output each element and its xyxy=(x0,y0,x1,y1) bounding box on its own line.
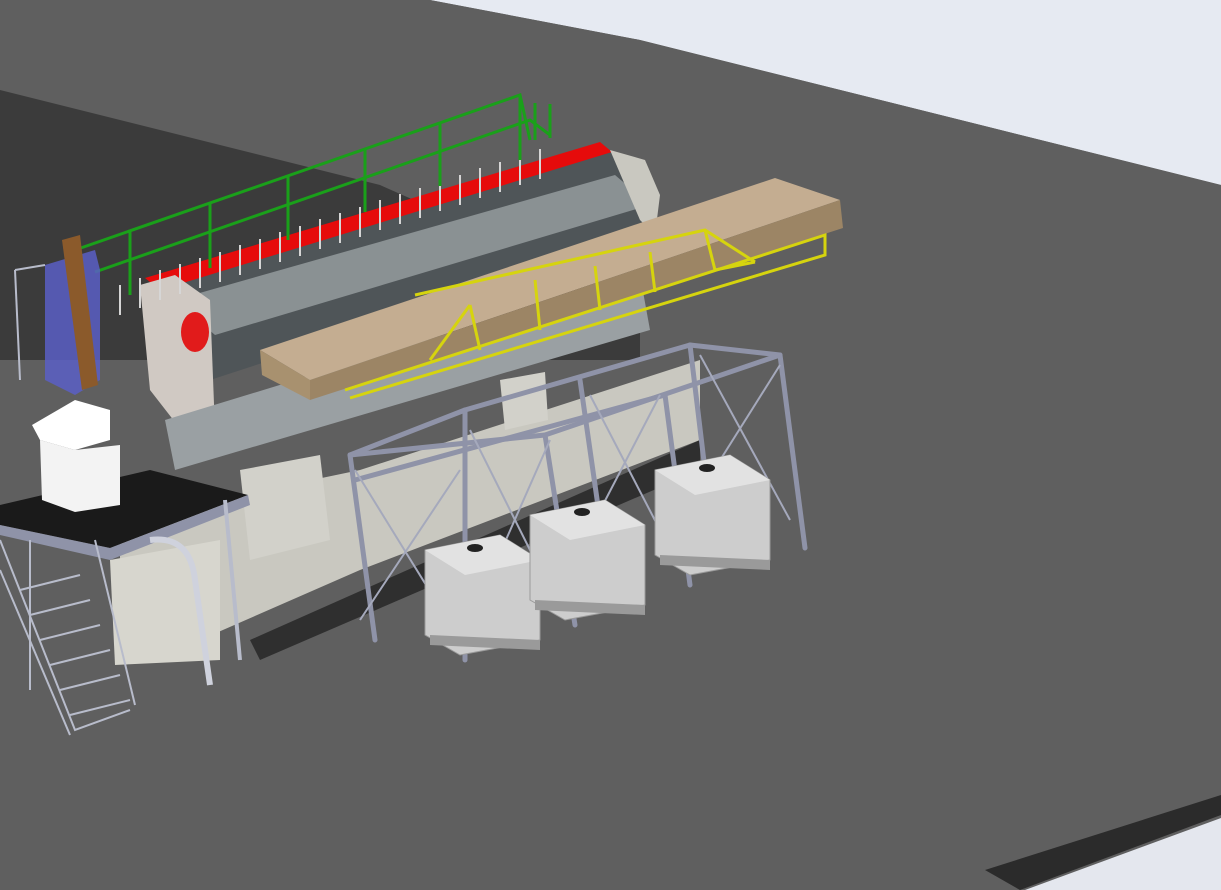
drum-end-hole xyxy=(181,312,209,352)
ibc-tank-2 xyxy=(529,499,646,621)
ibc-tank-3 xyxy=(654,454,771,576)
foundation-block-right xyxy=(500,372,548,430)
cad-3d-viewport[interactable] xyxy=(0,0,1221,890)
control-cabinet-front xyxy=(40,440,120,512)
cad-model-scene[interactable] xyxy=(0,0,1221,890)
ibc-tank-1 xyxy=(424,534,541,656)
